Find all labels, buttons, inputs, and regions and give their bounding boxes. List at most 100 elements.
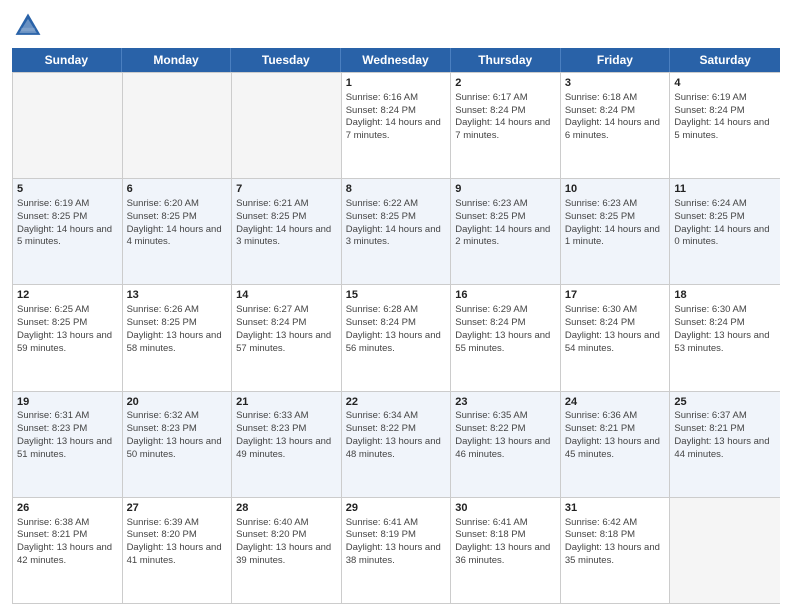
sun-info: Sunrise: 6:22 AM Sunset: 8:25 PM Dayligh… (346, 198, 441, 247)
sun-info: Sunrise: 6:31 AM Sunset: 8:23 PM Dayligh… (17, 410, 112, 459)
day-number: 10 (565, 182, 666, 197)
empty-cell (13, 73, 123, 178)
sun-info: Sunrise: 6:40 AM Sunset: 8:20 PM Dayligh… (236, 517, 331, 566)
day-cell-3: 3Sunrise: 6:18 AM Sunset: 8:24 PM Daylig… (561, 73, 671, 178)
day-cell-10: 10Sunrise: 6:23 AM Sunset: 8:25 PM Dayli… (561, 179, 671, 284)
day-cell-12: 12Sunrise: 6:25 AM Sunset: 8:25 PM Dayli… (13, 285, 123, 390)
day-number: 26 (17, 501, 118, 516)
calendar-row-4: 19Sunrise: 6:31 AM Sunset: 8:23 PM Dayli… (13, 392, 780, 498)
day-cell-25: 25Sunrise: 6:37 AM Sunset: 8:21 PM Dayli… (670, 392, 780, 497)
header-day-friday: Friday (561, 48, 671, 72)
day-cell-5: 5Sunrise: 6:19 AM Sunset: 8:25 PM Daylig… (13, 179, 123, 284)
sun-info: Sunrise: 6:25 AM Sunset: 8:25 PM Dayligh… (17, 304, 112, 353)
day-cell-20: 20Sunrise: 6:32 AM Sunset: 8:23 PM Dayli… (123, 392, 233, 497)
day-number: 30 (455, 501, 556, 516)
day-number: 4 (674, 76, 776, 91)
sun-info: Sunrise: 6:19 AM Sunset: 8:24 PM Dayligh… (674, 92, 769, 141)
day-number: 23 (455, 395, 556, 410)
calendar-row-2: 5Sunrise: 6:19 AM Sunset: 8:25 PM Daylig… (13, 179, 780, 285)
sun-info: Sunrise: 6:18 AM Sunset: 8:24 PM Dayligh… (565, 92, 660, 141)
calendar-row-5: 26Sunrise: 6:38 AM Sunset: 8:21 PM Dayli… (13, 498, 780, 604)
day-number: 17 (565, 288, 666, 303)
day-number: 5 (17, 182, 118, 197)
header-day-sunday: Sunday (12, 48, 122, 72)
page-container: SundayMondayTuesdayWednesdayThursdayFrid… (0, 0, 792, 612)
header-day-wednesday: Wednesday (341, 48, 451, 72)
sun-info: Sunrise: 6:23 AM Sunset: 8:25 PM Dayligh… (565, 198, 660, 247)
day-cell-28: 28Sunrise: 6:40 AM Sunset: 8:20 PM Dayli… (232, 498, 342, 603)
sun-info: Sunrise: 6:37 AM Sunset: 8:21 PM Dayligh… (674, 410, 769, 459)
sun-info: Sunrise: 6:28 AM Sunset: 8:24 PM Dayligh… (346, 304, 441, 353)
day-number: 13 (127, 288, 228, 303)
day-number: 20 (127, 395, 228, 410)
sun-info: Sunrise: 6:17 AM Sunset: 8:24 PM Dayligh… (455, 92, 550, 141)
sun-info: Sunrise: 6:30 AM Sunset: 8:24 PM Dayligh… (674, 304, 769, 353)
header-day-tuesday: Tuesday (231, 48, 341, 72)
sun-info: Sunrise: 6:41 AM Sunset: 8:19 PM Dayligh… (346, 517, 441, 566)
header (12, 10, 780, 42)
day-cell-31: 31Sunrise: 6:42 AM Sunset: 8:18 PM Dayli… (561, 498, 671, 603)
day-number: 2 (455, 76, 556, 91)
calendar-header: SundayMondayTuesdayWednesdayThursdayFrid… (12, 48, 780, 72)
sun-info: Sunrise: 6:39 AM Sunset: 8:20 PM Dayligh… (127, 517, 222, 566)
day-cell-9: 9Sunrise: 6:23 AM Sunset: 8:25 PM Daylig… (451, 179, 561, 284)
day-cell-15: 15Sunrise: 6:28 AM Sunset: 8:24 PM Dayli… (342, 285, 452, 390)
day-cell-17: 17Sunrise: 6:30 AM Sunset: 8:24 PM Dayli… (561, 285, 671, 390)
sun-info: Sunrise: 6:35 AM Sunset: 8:22 PM Dayligh… (455, 410, 550, 459)
day-number: 12 (17, 288, 118, 303)
calendar-row-3: 12Sunrise: 6:25 AM Sunset: 8:25 PM Dayli… (13, 285, 780, 391)
logo (12, 10, 48, 42)
day-number: 31 (565, 501, 666, 516)
day-cell-2: 2Sunrise: 6:17 AM Sunset: 8:24 PM Daylig… (451, 73, 561, 178)
sun-info: Sunrise: 6:24 AM Sunset: 8:25 PM Dayligh… (674, 198, 769, 247)
day-number: 27 (127, 501, 228, 516)
sun-info: Sunrise: 6:26 AM Sunset: 8:25 PM Dayligh… (127, 304, 222, 353)
day-cell-30: 30Sunrise: 6:41 AM Sunset: 8:18 PM Dayli… (451, 498, 561, 603)
day-cell-18: 18Sunrise: 6:30 AM Sunset: 8:24 PM Dayli… (670, 285, 780, 390)
empty-cell (123, 73, 233, 178)
day-cell-29: 29Sunrise: 6:41 AM Sunset: 8:19 PM Dayli… (342, 498, 452, 603)
day-number: 3 (565, 76, 666, 91)
sun-info: Sunrise: 6:21 AM Sunset: 8:25 PM Dayligh… (236, 198, 331, 247)
header-day-saturday: Saturday (670, 48, 780, 72)
day-cell-11: 11Sunrise: 6:24 AM Sunset: 8:25 PM Dayli… (670, 179, 780, 284)
sun-info: Sunrise: 6:19 AM Sunset: 8:25 PM Dayligh… (17, 198, 112, 247)
day-number: 21 (236, 395, 337, 410)
day-cell-4: 4Sunrise: 6:19 AM Sunset: 8:24 PM Daylig… (670, 73, 780, 178)
day-number: 19 (17, 395, 118, 410)
sun-info: Sunrise: 6:30 AM Sunset: 8:24 PM Dayligh… (565, 304, 660, 353)
sun-info: Sunrise: 6:20 AM Sunset: 8:25 PM Dayligh… (127, 198, 222, 247)
sun-info: Sunrise: 6:27 AM Sunset: 8:24 PM Dayligh… (236, 304, 331, 353)
day-cell-16: 16Sunrise: 6:29 AM Sunset: 8:24 PM Dayli… (451, 285, 561, 390)
day-number: 7 (236, 182, 337, 197)
day-number: 11 (674, 182, 776, 197)
day-cell-6: 6Sunrise: 6:20 AM Sunset: 8:25 PM Daylig… (123, 179, 233, 284)
day-number: 25 (674, 395, 776, 410)
day-cell-21: 21Sunrise: 6:33 AM Sunset: 8:23 PM Dayli… (232, 392, 342, 497)
sun-info: Sunrise: 6:33 AM Sunset: 8:23 PM Dayligh… (236, 410, 331, 459)
day-number: 15 (346, 288, 447, 303)
day-number: 8 (346, 182, 447, 197)
empty-cell (670, 498, 780, 603)
calendar-body: 1Sunrise: 6:16 AM Sunset: 8:24 PM Daylig… (12, 72, 780, 604)
calendar: SundayMondayTuesdayWednesdayThursdayFrid… (12, 48, 780, 604)
sun-info: Sunrise: 6:16 AM Sunset: 8:24 PM Dayligh… (346, 92, 441, 141)
sun-info: Sunrise: 6:34 AM Sunset: 8:22 PM Dayligh… (346, 410, 441, 459)
day-cell-7: 7Sunrise: 6:21 AM Sunset: 8:25 PM Daylig… (232, 179, 342, 284)
day-cell-22: 22Sunrise: 6:34 AM Sunset: 8:22 PM Dayli… (342, 392, 452, 497)
day-cell-13: 13Sunrise: 6:26 AM Sunset: 8:25 PM Dayli… (123, 285, 233, 390)
day-number: 22 (346, 395, 447, 410)
empty-cell (232, 73, 342, 178)
day-number: 1 (346, 76, 447, 91)
day-cell-27: 27Sunrise: 6:39 AM Sunset: 8:20 PM Dayli… (123, 498, 233, 603)
header-day-monday: Monday (122, 48, 232, 72)
logo-icon (12, 10, 44, 42)
day-cell-26: 26Sunrise: 6:38 AM Sunset: 8:21 PM Dayli… (13, 498, 123, 603)
day-number: 28 (236, 501, 337, 516)
day-number: 29 (346, 501, 447, 516)
day-cell-14: 14Sunrise: 6:27 AM Sunset: 8:24 PM Dayli… (232, 285, 342, 390)
day-cell-1: 1Sunrise: 6:16 AM Sunset: 8:24 PM Daylig… (342, 73, 452, 178)
sun-info: Sunrise: 6:38 AM Sunset: 8:21 PM Dayligh… (17, 517, 112, 566)
day-number: 14 (236, 288, 337, 303)
day-number: 18 (674, 288, 776, 303)
